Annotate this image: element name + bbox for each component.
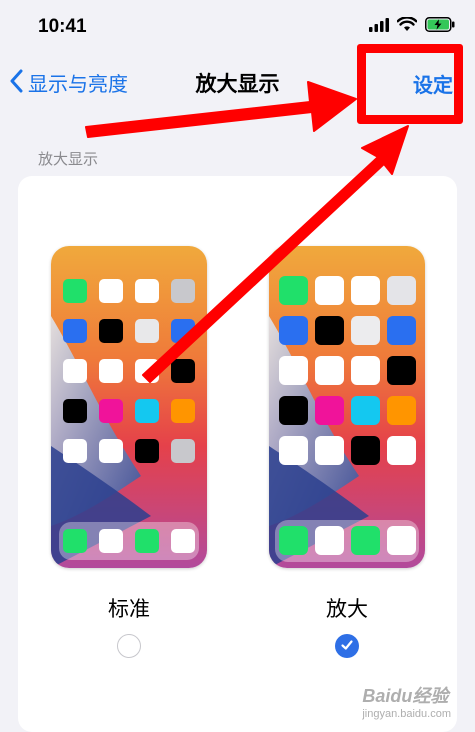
status-icons [369,16,455,36]
zoomed-option-label: 放大 [326,597,368,621]
watermark-brand: Baidu经验 [362,686,449,706]
watermark-site: jingyan.baidu.com [362,708,451,720]
checkmark-icon [340,637,354,656]
chevron-left-icon [10,69,24,97]
standard-radio[interactable] [117,634,141,658]
zoomed-preview-phone[interactable] [269,246,425,568]
section-header: 放大显示 [38,150,99,168]
zoomed-radio[interactable] [335,634,359,658]
standard-option-label: 标准 [108,597,150,621]
display-zoom-card: 标准 放大 [18,176,457,732]
battery-charging-icon [425,17,455,36]
back-button-label: 显示与亮度 [28,72,128,96]
back-button[interactable]: 显示与亮度 [10,68,128,97]
cellular-signal-icon [369,17,389,36]
standard-preview-phone[interactable] [51,246,207,568]
wifi-icon [396,16,418,36]
watermark: Baidu经验 jingyan.baidu.com [362,682,451,720]
annotation-highlight-box [357,44,463,124]
status-time: 10:41 [38,16,87,37]
